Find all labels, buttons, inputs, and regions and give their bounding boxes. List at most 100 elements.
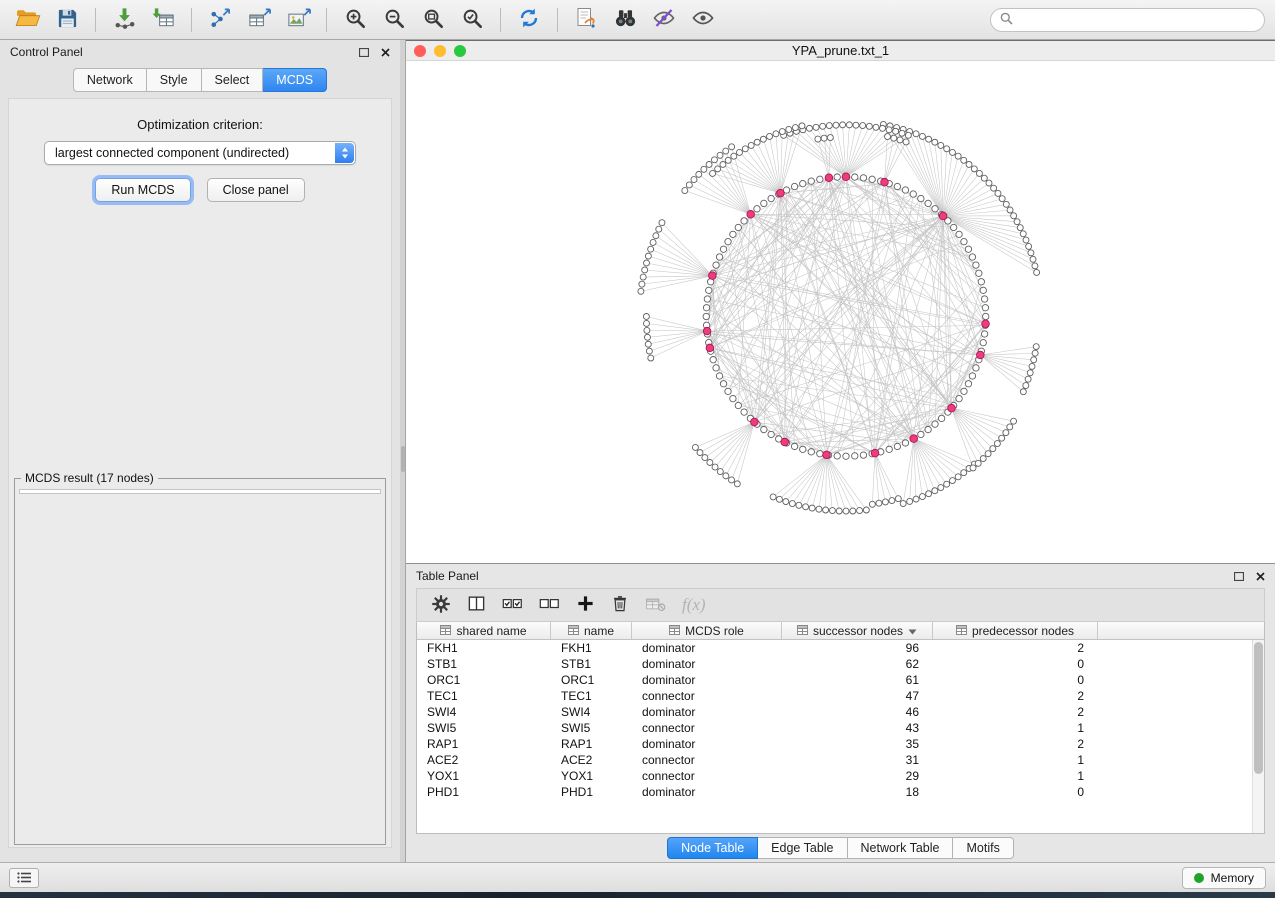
criterion-dropdown[interactable]: largest connected component (undirected) — [44, 141, 356, 165]
zoom-out-button[interactable] — [376, 5, 412, 35]
column-header-shared-name[interactable]: shared name — [417, 622, 551, 639]
table-column-icon — [440, 624, 451, 638]
tab-network[interactable]: Network — [73, 68, 147, 92]
cell-successor_nodes: 35 — [782, 736, 933, 752]
table-row-phd1[interactable]: PHD1PHD1dominator180 — [417, 784, 1264, 800]
table-scrollbar[interactable] — [1252, 640, 1264, 833]
cell-predecessor_nodes: 2 — [933, 736, 1098, 752]
tab-select[interactable]: Select — [202, 68, 264, 92]
search-input[interactable] — [1019, 13, 1255, 27]
cell-successor_nodes: 43 — [782, 720, 933, 736]
tab-mcds[interactable]: MCDS — [263, 68, 327, 92]
delete-column-trash-icon[interactable] — [611, 594, 629, 616]
cell-successor_nodes: 62 — [782, 656, 933, 672]
float-panel-icon[interactable] — [359, 48, 369, 57]
table-row-rap1[interactable]: RAP1RAP1dominator352 — [417, 736, 1264, 752]
export-image-button[interactable] — [280, 5, 316, 35]
table-row-tec1[interactable]: TEC1TEC1connector472 — [417, 688, 1264, 704]
table-row-swi4[interactable]: SWI4SWI4dominator462 — [417, 704, 1264, 720]
tab-edge-table[interactable]: Edge Table — [758, 837, 847, 859]
zoom-fit-button[interactable] — [415, 5, 451, 35]
cell-predecessor_nodes: 0 — [933, 656, 1098, 672]
tab-network-table[interactable]: Network Table — [848, 837, 954, 859]
open-file-button[interactable] — [10, 5, 46, 35]
cell-mcds_role: connector — [632, 768, 782, 784]
desktop-background-strip — [0, 892, 1275, 898]
table-column-icon — [797, 624, 808, 638]
result-node-phd1[interactable]: PHD1 — [28, 493, 380, 494]
export-network-button[interactable] — [202, 5, 238, 35]
run-mcds-button[interactable]: Run MCDS — [95, 178, 190, 202]
column-header-name[interactable]: name — [551, 622, 632, 639]
table-row-stb1[interactable]: STB1STB1dominator620 — [417, 656, 1264, 672]
column-header-mcds-role[interactable]: MCDS role — [632, 622, 782, 639]
table-column-icon — [956, 624, 967, 638]
mcds-result-title: MCDS result (17 nodes) — [21, 471, 158, 485]
cell-successor_nodes: 47 — [782, 688, 933, 704]
cell-predecessor_nodes: 0 — [933, 784, 1098, 800]
close-panel-icon[interactable] — [381, 48, 390, 57]
splitter-grip[interactable] — [401, 446, 405, 472]
mcds-tab-content: Optimization criterion: largest connecte… — [8, 98, 392, 848]
import-table-button[interactable] — [145, 5, 181, 35]
import-network-button[interactable] — [106, 5, 142, 35]
table-toolbar: f(x) — [416, 588, 1265, 622]
toolbar-separator — [191, 8, 192, 32]
right-column: YPA_prune.txt_1 Table Panel — [406, 40, 1275, 862]
main-toolbar — [0, 0, 1275, 40]
cell-predecessor_nodes: 1 — [933, 752, 1098, 768]
show-annotations-button[interactable] — [685, 5, 721, 35]
table-panel-titlebar: Table Panel — [406, 564, 1275, 588]
table-row-orc1[interactable]: ORC1ORC1dominator610 — [417, 672, 1264, 688]
cell-shared_name: STB1 — [417, 656, 551, 672]
zoom-fit-icon — [422, 7, 445, 33]
cell-shared_name: RAP1 — [417, 736, 551, 752]
deselect-all-rows-icon[interactable] — [539, 595, 560, 616]
control-panel-title: Control Panel — [10, 45, 83, 59]
memory-status-dot-icon — [1194, 873, 1204, 883]
import-network-icon — [112, 6, 137, 33]
export-table-button[interactable] — [241, 5, 277, 35]
refresh-icon — [517, 6, 541, 33]
save-session-button[interactable] — [49, 5, 85, 35]
mcds-result-box: MCDS result (17 nodes) PHD1CAR1STP4TID3Y… — [14, 471, 386, 845]
zoom-in-button[interactable] — [337, 5, 373, 35]
table-column-icon — [669, 624, 680, 638]
close-panel-button[interactable]: Close panel — [207, 178, 305, 202]
network-canvas[interactable] — [406, 61, 1275, 563]
select-all-rows-icon[interactable] — [502, 595, 523, 616]
cell-mcds_role: dominator — [632, 704, 782, 720]
import-table-icon — [151, 6, 176, 33]
export-network-icon — [208, 6, 233, 33]
tab-motifs[interactable]: Motifs — [953, 837, 1013, 859]
refresh-layout-button[interactable] — [511, 5, 547, 35]
zoom-selected-button[interactable] — [454, 5, 490, 35]
column-header-successor-nodes[interactable]: successor nodes — [782, 622, 933, 639]
table-settings-gear-icon[interactable] — [431, 594, 451, 617]
hide-annotations-button[interactable] — [646, 5, 682, 35]
binoculars-icon — [613, 6, 638, 33]
table-panel: Table Panel f(x) — [406, 564, 1275, 862]
cell-name: TEC1 — [551, 688, 632, 704]
add-column-icon[interactable] — [576, 594, 595, 616]
close-panel-icon[interactable] — [1256, 572, 1265, 581]
table-row-ace2[interactable]: ACE2ACE2connector311 — [417, 752, 1264, 768]
show-columns-icon[interactable] — [467, 594, 486, 616]
search-network-button[interactable] — [607, 5, 643, 35]
search-box — [990, 8, 1265, 32]
column-header-predecessor-nodes[interactable]: predecessor nodes — [933, 622, 1098, 639]
panel-splitter[interactable] — [400, 40, 406, 862]
scrollbar-thumb[interactable] — [1254, 642, 1263, 774]
cell-name: YOX1 — [551, 768, 632, 784]
table-row-swi5[interactable]: SWI5SWI5connector431 — [417, 720, 1264, 736]
share-document-button[interactable] — [568, 5, 604, 35]
float-panel-icon[interactable] — [1234, 572, 1244, 581]
table-row-fkh1[interactable]: FKH1FKH1dominator962 — [417, 640, 1264, 656]
tab-node-table[interactable]: Node Table — [667, 837, 758, 859]
memory-button[interactable]: Memory — [1182, 867, 1266, 889]
table-row-yox1[interactable]: YOX1YOX1connector291 — [417, 768, 1264, 784]
task-history-button[interactable] — [9, 868, 39, 888]
cell-successor_nodes: 18 — [782, 784, 933, 800]
cell-name: SWI4 — [551, 704, 632, 720]
tab-style[interactable]: Style — [147, 68, 202, 92]
